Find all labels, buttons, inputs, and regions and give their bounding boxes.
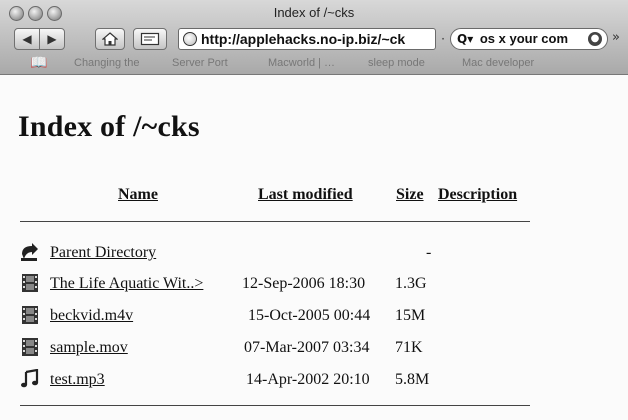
column-header-size[interactable]: Size — [396, 186, 424, 204]
bookmarks-bar: 📖 Changing the Server Port Macworld | … … — [0, 53, 628, 74]
file-link[interactable]: Parent Directory — [50, 244, 156, 262]
overflow-chevron-icon[interactable]: » — [612, 30, 620, 45]
bookmarks-book-icon[interactable]: 📖 — [30, 55, 47, 71]
search-clear-icon[interactable]: ● — [588, 32, 602, 46]
page-title: Index of /~cks — [18, 110, 200, 143]
file-link[interactable]: The Life Aquatic Wit..> — [50, 275, 203, 293]
list-item: test.mp3 14-Apr-2002 20:10 5.8M — [20, 369, 580, 391]
footer-divider — [20, 405, 530, 406]
globe-icon — [183, 32, 197, 46]
file-date: 12-Sep-2006 18:30 — [242, 275, 366, 292]
bookmark-item[interactable]: Macworld | … — [268, 57, 335, 69]
file-date: 15-Oct-2005 00:44 — [248, 307, 371, 324]
file-size: 5.8M — [395, 371, 430, 388]
movie-file-icon — [22, 306, 38, 324]
list-item: beckvid.m4v 15-Oct-2005 00:44 15M — [20, 305, 580, 327]
bookmark-item[interactable]: Mac developer — [462, 57, 534, 69]
file-date: 14-Apr-2002 20:10 — [246, 371, 370, 388]
header-divider — [20, 221, 530, 222]
window-title: Index of /~cks — [273, 5, 355, 20]
list-item: Parent Directory - — [20, 242, 580, 264]
file-link[interactable]: sample.mov — [50, 339, 128, 357]
file-link[interactable]: test.mp3 — [50, 371, 105, 389]
column-header-description[interactable]: Description — [438, 186, 517, 204]
bookmark-item[interactable]: sleep mode — [368, 57, 425, 69]
movie-file-icon — [22, 274, 38, 292]
file-date: 07-Mar-2007 03:34 — [244, 339, 370, 356]
list-item: sample.mov 07-Mar-2007 03:34 71K — [20, 337, 580, 359]
file-size: - — [426, 244, 432, 261]
parent-directory-icon — [21, 243, 38, 261]
forward-arrow-icon: ▶ — [47, 32, 57, 46]
file-link[interactable]: beckvid.m4v — [50, 307, 133, 325]
title-bar: Index of /~cks ◀ ▶ http://applehacks.no-… — [0, 0, 628, 75]
bookmark-item[interactable]: Changing the — [74, 57, 139, 69]
back-button[interactable]: ◀ — [14, 28, 40, 50]
back-arrow-icon: ◀ — [22, 32, 32, 46]
address-bar[interactable]: http://applehacks.no-ip.biz/~ck — [178, 28, 436, 50]
search-magnifier-icon: Q▾ — [457, 32, 474, 46]
bookmark-item[interactable]: Server Port — [172, 57, 228, 69]
column-header-name[interactable]: Name — [118, 186, 158, 204]
forward-button[interactable]: ▶ — [39, 28, 65, 50]
file-size: 71K — [395, 339, 423, 356]
movie-file-icon — [22, 338, 38, 356]
audio-file-icon — [21, 369, 39, 388]
column-header-last-modified[interactable]: Last modified — [258, 186, 353, 204]
home-button[interactable] — [95, 28, 125, 50]
address-dropdown[interactable]: · — [437, 28, 449, 50]
web-clip-icon — [140, 32, 160, 46]
snapback-button[interactable] — [133, 28, 167, 50]
address-url: http://applehacks.no-ip.biz/~ck — [201, 31, 406, 47]
search-query: os x your com — [479, 31, 568, 46]
browser-window: Index of /~cks ◀ ▶ http://applehacks.no-… — [0, 0, 628, 420]
file-size: 1.3G — [395, 275, 427, 292]
dot-separator-icon: · — [441, 32, 445, 46]
list-item: The Life Aquatic Wit..> 12-Sep-2006 18:3… — [20, 273, 580, 295]
home-icon — [102, 32, 118, 46]
search-field[interactable]: Q▾ os x your com — [450, 28, 608, 50]
file-size: 15M — [395, 307, 426, 324]
